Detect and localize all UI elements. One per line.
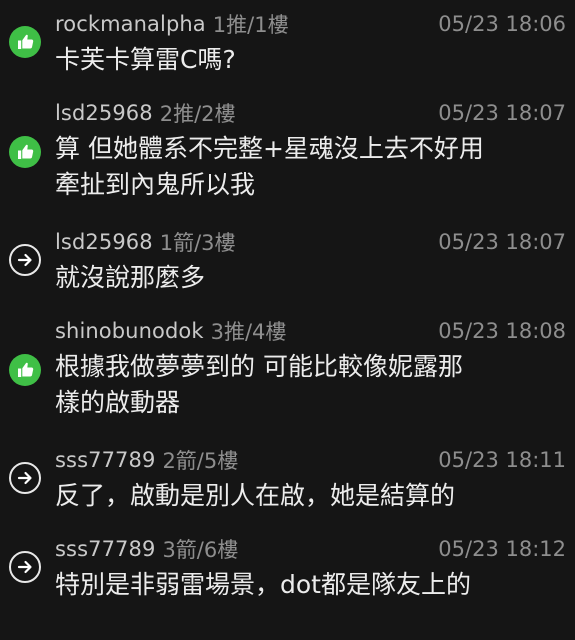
comment-floor: 2推/2樓 [159, 102, 236, 126]
arrow-right-icon [9, 551, 41, 583]
comment-meta: sss77789 3箭/6樓 05/23 18:12 [55, 534, 566, 564]
comment-timestamp: 05/23 18:07 [438, 230, 566, 254]
comment-timestamp: 05/23 18:07 [438, 101, 566, 125]
arrow-right-icon [9, 462, 41, 494]
comment-line: 特別是非弱雷場景，dot都是隊友上的 [55, 570, 471, 599]
comment-meta: rockmanalpha 1推/1樓 05/23 18:06 [55, 9, 566, 39]
comment-timestamp: 05/23 18:11 [438, 448, 566, 472]
comment-text: 就沒說那麼多 [55, 260, 565, 296]
comment-item: sss77789 2箭/5樓 05/23 18:11 反了，啟動是別人在啟，她是… [0, 445, 575, 517]
comment-meta: sss77789 2箭/5樓 05/23 18:11 [55, 445, 566, 475]
comment-username[interactable]: lsd25968 [55, 101, 153, 125]
comment-line: 反了，啟動是別人在啟，她是結算的 [55, 481, 456, 510]
comment-floor: 1箭/3樓 [159, 231, 236, 255]
comment-text: 根據我做夢夢到的 可能比較像妮露那 樣的啟動器 [55, 349, 565, 421]
comment-timestamp: 05/23 18:06 [438, 12, 566, 36]
comment-username[interactable]: sss77789 [55, 448, 155, 472]
comment-timestamp: 05/23 18:12 [438, 537, 566, 561]
comment-item: sss77789 3箭/6樓 05/23 18:12 特別是非弱雷場景，dot都… [0, 534, 575, 606]
comment-item: rockmanalpha 1推/1樓 05/23 18:06 卡芙卡算雷C嗎? [0, 9, 575, 81]
comment-text: 特別是非弱雷場景，dot都是隊友上的 [55, 567, 565, 603]
arrow-right-icon [9, 244, 41, 276]
comment-list: rockmanalpha 1推/1樓 05/23 18:06 卡芙卡算雷C嗎? … [0, 0, 575, 640]
comment-item: shinobunodok 3推/4樓 05/23 18:08 根據我做夢夢到的 … [0, 316, 575, 426]
thumbs-up-icon [9, 26, 41, 58]
comment-username[interactable]: rockmanalpha [55, 12, 206, 36]
comment-line: 根據我做夢夢到的 可能比較像妮露那 [55, 352, 463, 381]
thumbs-up-icon [9, 136, 41, 168]
comment-text: 算 但她體系不完整+星魂沒上去不好用 牽扯到內鬼所以我 [55, 131, 565, 203]
comment-line: 算 但她體系不完整+星魂沒上去不好用 [55, 134, 484, 163]
comment-meta: shinobunodok 3推/4樓 05/23 18:08 [55, 316, 566, 346]
comment-text: 反了，啟動是別人在啟，她是結算的 [55, 478, 565, 514]
comment-timestamp: 05/23 18:08 [438, 319, 566, 343]
comment-item: lsd25968 2推/2樓 05/23 18:07 算 但她體系不完整+星魂沒… [0, 98, 575, 208]
comment-line: 卡芙卡算雷C嗎? [55, 45, 236, 74]
comment-meta: lsd25968 1箭/3樓 05/23 18:07 [55, 227, 566, 257]
comment-username[interactable]: lsd25968 [55, 230, 153, 254]
thumbs-up-icon [9, 354, 41, 386]
comment-item: lsd25968 1箭/3樓 05/23 18:07 就沒說那麼多 [0, 227, 575, 299]
comment-floor: 1推/1樓 [212, 13, 289, 37]
comment-line: 就沒說那麼多 [55, 263, 206, 292]
comment-floor: 2箭/5樓 [162, 449, 239, 473]
comment-line: 樣的啟動器 [55, 388, 181, 417]
comment-text: 卡芙卡算雷C嗎? [55, 42, 565, 78]
comment-meta: lsd25968 2推/2樓 05/23 18:07 [55, 98, 566, 128]
comment-line: 牽扯到內鬼所以我 [55, 170, 256, 199]
comment-floor: 3推/4樓 [210, 320, 287, 344]
comment-username[interactable]: shinobunodok [55, 319, 204, 343]
comment-username[interactable]: sss77789 [55, 537, 155, 561]
comment-floor: 3箭/6樓 [162, 538, 239, 562]
